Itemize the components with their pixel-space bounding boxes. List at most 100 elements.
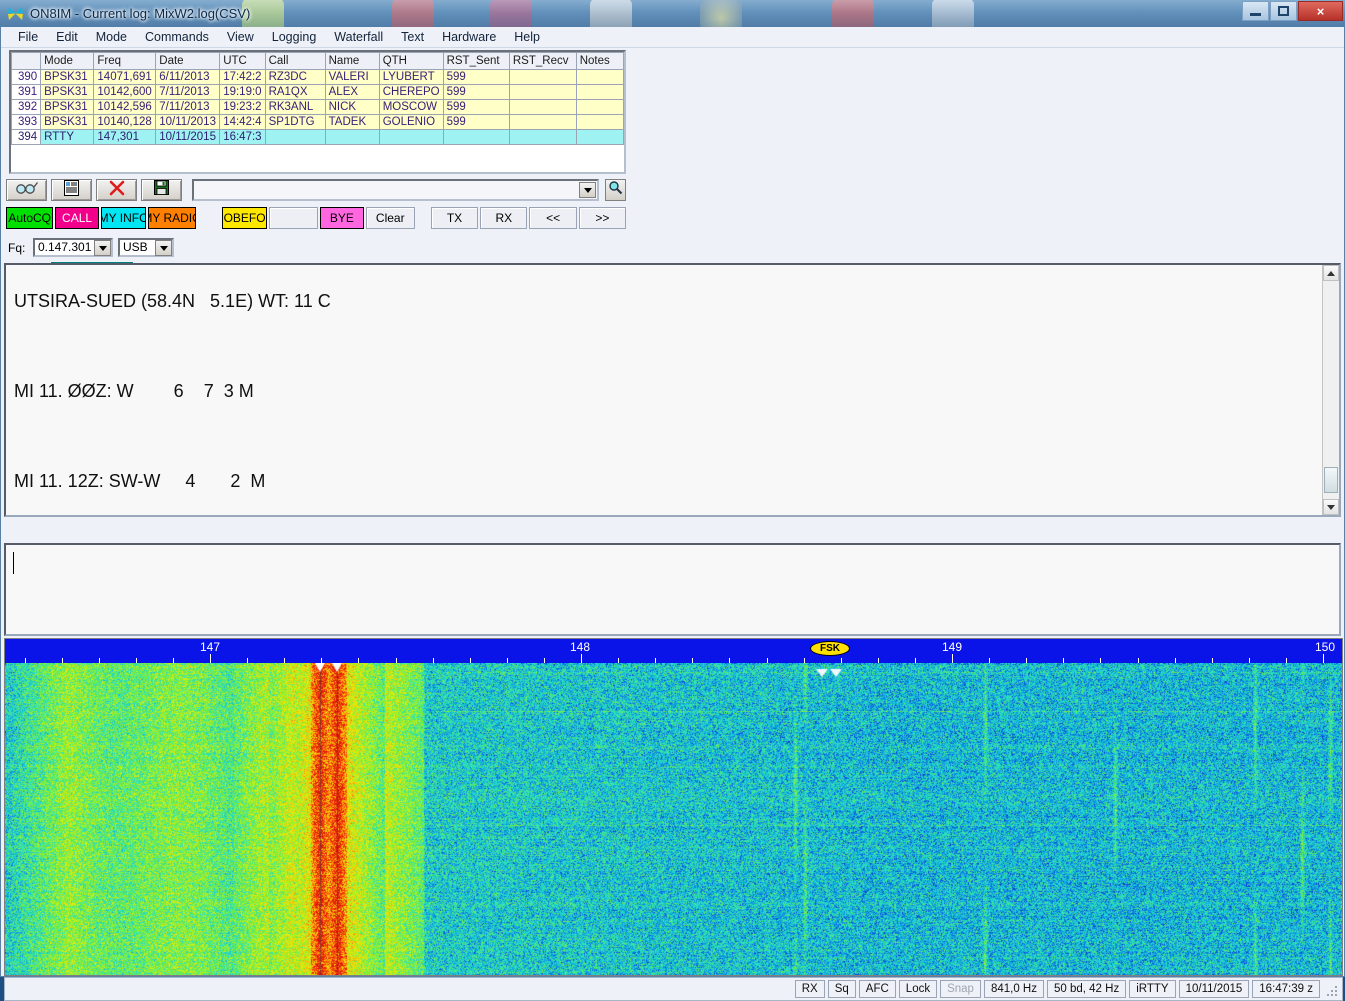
- status-cell-sq[interactable]: Sq: [827, 980, 856, 998]
- macro-button-my-info[interactable]: MY INFO: [100, 207, 147, 229]
- chevron-down-icon[interactable]: [579, 182, 596, 198]
- table-row[interactable]: 392 BPSK31 10142,596 7/11/2013 19:23:2 RK3ANL…: [11, 99, 624, 115]
- status-cell-rx[interactable]: RX: [794, 980, 825, 998]
- menu-commands[interactable]: Commands: [136, 28, 218, 46]
- col-rownum[interactable]: [11, 52, 42, 70]
- close-button[interactable]: ×: [1298, 1, 1343, 21]
- table-row[interactable]: 390 BPSK31 14071,691 6/11/2013 17:42:2 RZ3DC V…: [11, 69, 624, 85]
- waterfall-frequency-scale[interactable]: 147 148 149 150 FSK: [5, 639, 1342, 663]
- row-number[interactable]: 391: [11, 84, 42, 100]
- row-number[interactable]: 392: [11, 99, 42, 115]
- cell-qth[interactable]: LYUBERT: [378, 69, 444, 85]
- cell-rst-recv[interactable]: [508, 84, 577, 100]
- table-row[interactable]: 391 BPSK31 10142,600 7/11/2013 19:19:0 RA1QX A…: [11, 84, 624, 100]
- menu-help[interactable]: Help: [505, 28, 549, 46]
- cell-rst-recv[interactable]: [508, 129, 577, 145]
- col-utc[interactable]: UTC: [219, 52, 266, 70]
- rx-text-pane[interactable]: UTSIRA-SUED (58.4N 5.1E) WT: 11 C MI 11.…: [4, 263, 1341, 517]
- status-cell-lock[interactable]: Lock: [898, 980, 938, 998]
- cell-notes[interactable]: [575, 99, 624, 115]
- frequency-dropdown-icon[interactable]: [94, 240, 111, 256]
- tx-text-pane[interactable]: [4, 543, 1341, 636]
- macro-button--[interactable]: >>: [578, 207, 627, 229]
- qso-search-combo[interactable]: [192, 179, 599, 201]
- cell-rst-sent[interactable]: 599: [442, 99, 510, 115]
- menu-text[interactable]: Text: [392, 28, 433, 46]
- minimize-button[interactable]: [1242, 1, 1269, 21]
- menu-file[interactable]: File: [9, 28, 47, 46]
- menu-view[interactable]: View: [218, 28, 263, 46]
- cell-qth[interactable]: [378, 129, 444, 145]
- cell-notes[interactable]: [575, 114, 624, 130]
- col-qth[interactable]: QTH: [378, 52, 444, 70]
- cell-utc[interactable]: 16:47:3: [219, 129, 266, 145]
- status-cell-10-11-2015[interactable]: 10/11/2015: [1178, 980, 1250, 998]
- qso-search-input[interactable]: [194, 181, 578, 199]
- cell-notes[interactable]: [575, 129, 624, 145]
- row-number[interactable]: 394: [11, 129, 42, 145]
- cell-freq[interactable]: 10142,600: [93, 84, 157, 100]
- cell-name[interactable]: NICK: [324, 99, 380, 115]
- scroll-up-icon[interactable]: [1323, 265, 1339, 281]
- status-cell-841-0-hz[interactable]: 841,0 Hz: [983, 980, 1044, 998]
- cell-name[interactable]: TADEK: [324, 114, 380, 130]
- resize-grip-icon[interactable]: [1325, 984, 1339, 998]
- status-cell-irtty[interactable]: iRTTY: [1129, 980, 1176, 998]
- cell-freq[interactable]: 10140,128: [93, 114, 157, 130]
- cell-notes[interactable]: [575, 84, 624, 100]
- macro-button-call[interactable]: CALL: [55, 207, 99, 229]
- cell-mode[interactable]: BPSK31: [40, 99, 95, 115]
- cell-freq[interactable]: 147,301: [93, 129, 157, 145]
- rx-scrollbar[interactable]: [1322, 265, 1339, 515]
- row-number[interactable]: 390: [11, 69, 42, 85]
- qso-record-button[interactable]: [51, 179, 92, 201]
- cell-notes[interactable]: [575, 69, 624, 85]
- log-table-panel[interactable]: Mode Freq Date UTC Call Name QTH RST_Sen…: [9, 50, 626, 174]
- col-date[interactable]: Date: [155, 52, 221, 70]
- menu-mode[interactable]: Mode: [87, 28, 136, 46]
- cell-rst-sent[interactable]: [442, 129, 510, 145]
- col-mode[interactable]: Mode: [40, 52, 95, 70]
- cell-name[interactable]: ALEX: [324, 84, 380, 100]
- cell-mode[interactable]: RTTY: [40, 129, 95, 145]
- cell-freq[interactable]: 14071,691: [93, 69, 157, 85]
- cell-utc[interactable]: 17:42:2: [219, 69, 266, 85]
- menu-waterfall[interactable]: Waterfall: [325, 28, 392, 46]
- table-row[interactable]: 394 RTTY 147,301 10/11/2015 16:47:3: [11, 129, 624, 145]
- cell-mode[interactable]: BPSK31: [40, 114, 95, 130]
- cell-date[interactable]: 7/11/2013: [155, 99, 221, 115]
- col-rst-sent[interactable]: RST_Sent: [442, 52, 510, 70]
- cell-qth[interactable]: GOLENIO: [378, 114, 444, 130]
- macro-button-my-radio[interactable]: MY RADIO: [148, 207, 196, 229]
- cell-call[interactable]: [264, 129, 326, 145]
- status-cell-snap[interactable]: Snap: [940, 980, 981, 998]
- macro-button-blank-5[interactable]: [268, 207, 319, 229]
- col-call[interactable]: Call: [264, 52, 326, 70]
- cell-name[interactable]: VALERI: [324, 69, 380, 85]
- status-cell-50-bd-42-hz[interactable]: 50 bd, 42 Hz: [1046, 980, 1127, 998]
- cell-call[interactable]: SP1DTG: [264, 114, 326, 130]
- save-log-button[interactable]: [141, 179, 182, 201]
- col-name[interactable]: Name: [324, 52, 380, 70]
- title-bar[interactable]: ON8IM - Current log: MixW2.log(CSV) ×: [0, 0, 1345, 27]
- maximize-button[interactable]: [1270, 1, 1297, 21]
- cell-name[interactable]: [324, 129, 380, 145]
- macro-button--[interactable]: <<: [529, 207, 577, 229]
- col-notes[interactable]: Notes: [575, 52, 624, 70]
- menu-edit[interactable]: Edit: [47, 28, 87, 46]
- cell-rst-recv[interactable]: [508, 99, 577, 115]
- status-cell-16-47-39-z[interactable]: 16:47:39 z: [1252, 980, 1320, 998]
- macro-button-tx[interactable]: TX: [430, 207, 479, 229]
- macro-button-autocq[interactable]: AutoCQ: [6, 207, 54, 229]
- cell-rst-recv[interactable]: [508, 114, 577, 130]
- view-qso-button[interactable]: [6, 179, 47, 201]
- menu-hardware[interactable]: Hardware: [433, 28, 505, 46]
- row-number[interactable]: 393: [11, 114, 42, 130]
- cell-utc[interactable]: 19:23:2: [219, 99, 266, 115]
- macro-button-rx[interactable]: RX: [480, 207, 528, 229]
- cell-date[interactable]: 6/11/2013: [155, 69, 221, 85]
- cell-utc[interactable]: 14:42:4: [219, 114, 266, 130]
- cell-date[interactable]: 10/11/2015: [155, 129, 221, 145]
- cell-mode[interactable]: BPSK31: [40, 69, 95, 85]
- cell-rst-recv[interactable]: [508, 69, 577, 85]
